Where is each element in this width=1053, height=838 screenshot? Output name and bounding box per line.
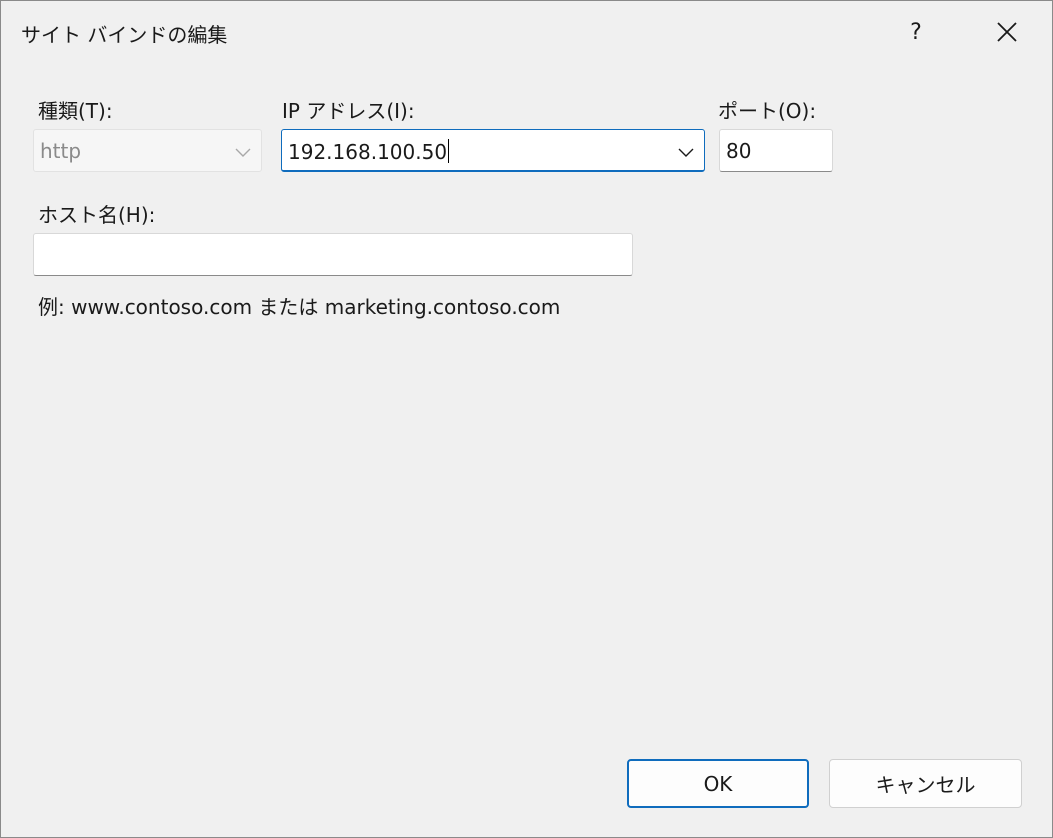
ip-address-combobox[interactable]: 192.168.100.50: [281, 129, 705, 172]
text-caret: [448, 139, 450, 163]
ip-address-value: 192.168.100.50: [288, 140, 448, 164]
type-value: http: [40, 139, 82, 163]
port-label: ポート(O):: [718, 99, 817, 123]
host-name-input[interactable]: [33, 233, 633, 276]
port-input[interactable]: 80: [719, 129, 833, 172]
close-icon: [997, 22, 1017, 42]
host-name-label: ホスト名(H):: [38, 203, 156, 227]
host-name-example-hint: 例: www.contoso.com または marketing.contoso…: [38, 295, 561, 319]
edit-site-binding-dialog: サイト バインドの編集 ? 種類(T): http IP アドレス(I): 19…: [0, 0, 1053, 838]
ip-address-label: IP アドレス(I):: [282, 99, 415, 123]
dialog-title: サイト バインドの編集: [21, 23, 228, 47]
chevron-down-icon[interactable]: [676, 142, 696, 162]
help-button[interactable]: ?: [891, 9, 941, 55]
title-bar: サイト バインドの編集 ?: [1, 1, 1052, 63]
ok-button[interactable]: OK: [627, 759, 809, 808]
type-dropdown[interactable]: http: [33, 129, 262, 172]
close-button[interactable]: [981, 9, 1033, 55]
port-value: 80: [726, 139, 752, 163]
ip-address-input[interactable]: 192.168.100.50: [288, 139, 450, 164]
type-label: 種類(T):: [38, 99, 113, 123]
cancel-button[interactable]: キャンセル: [829, 759, 1022, 808]
chevron-down-icon: [235, 148, 251, 157]
